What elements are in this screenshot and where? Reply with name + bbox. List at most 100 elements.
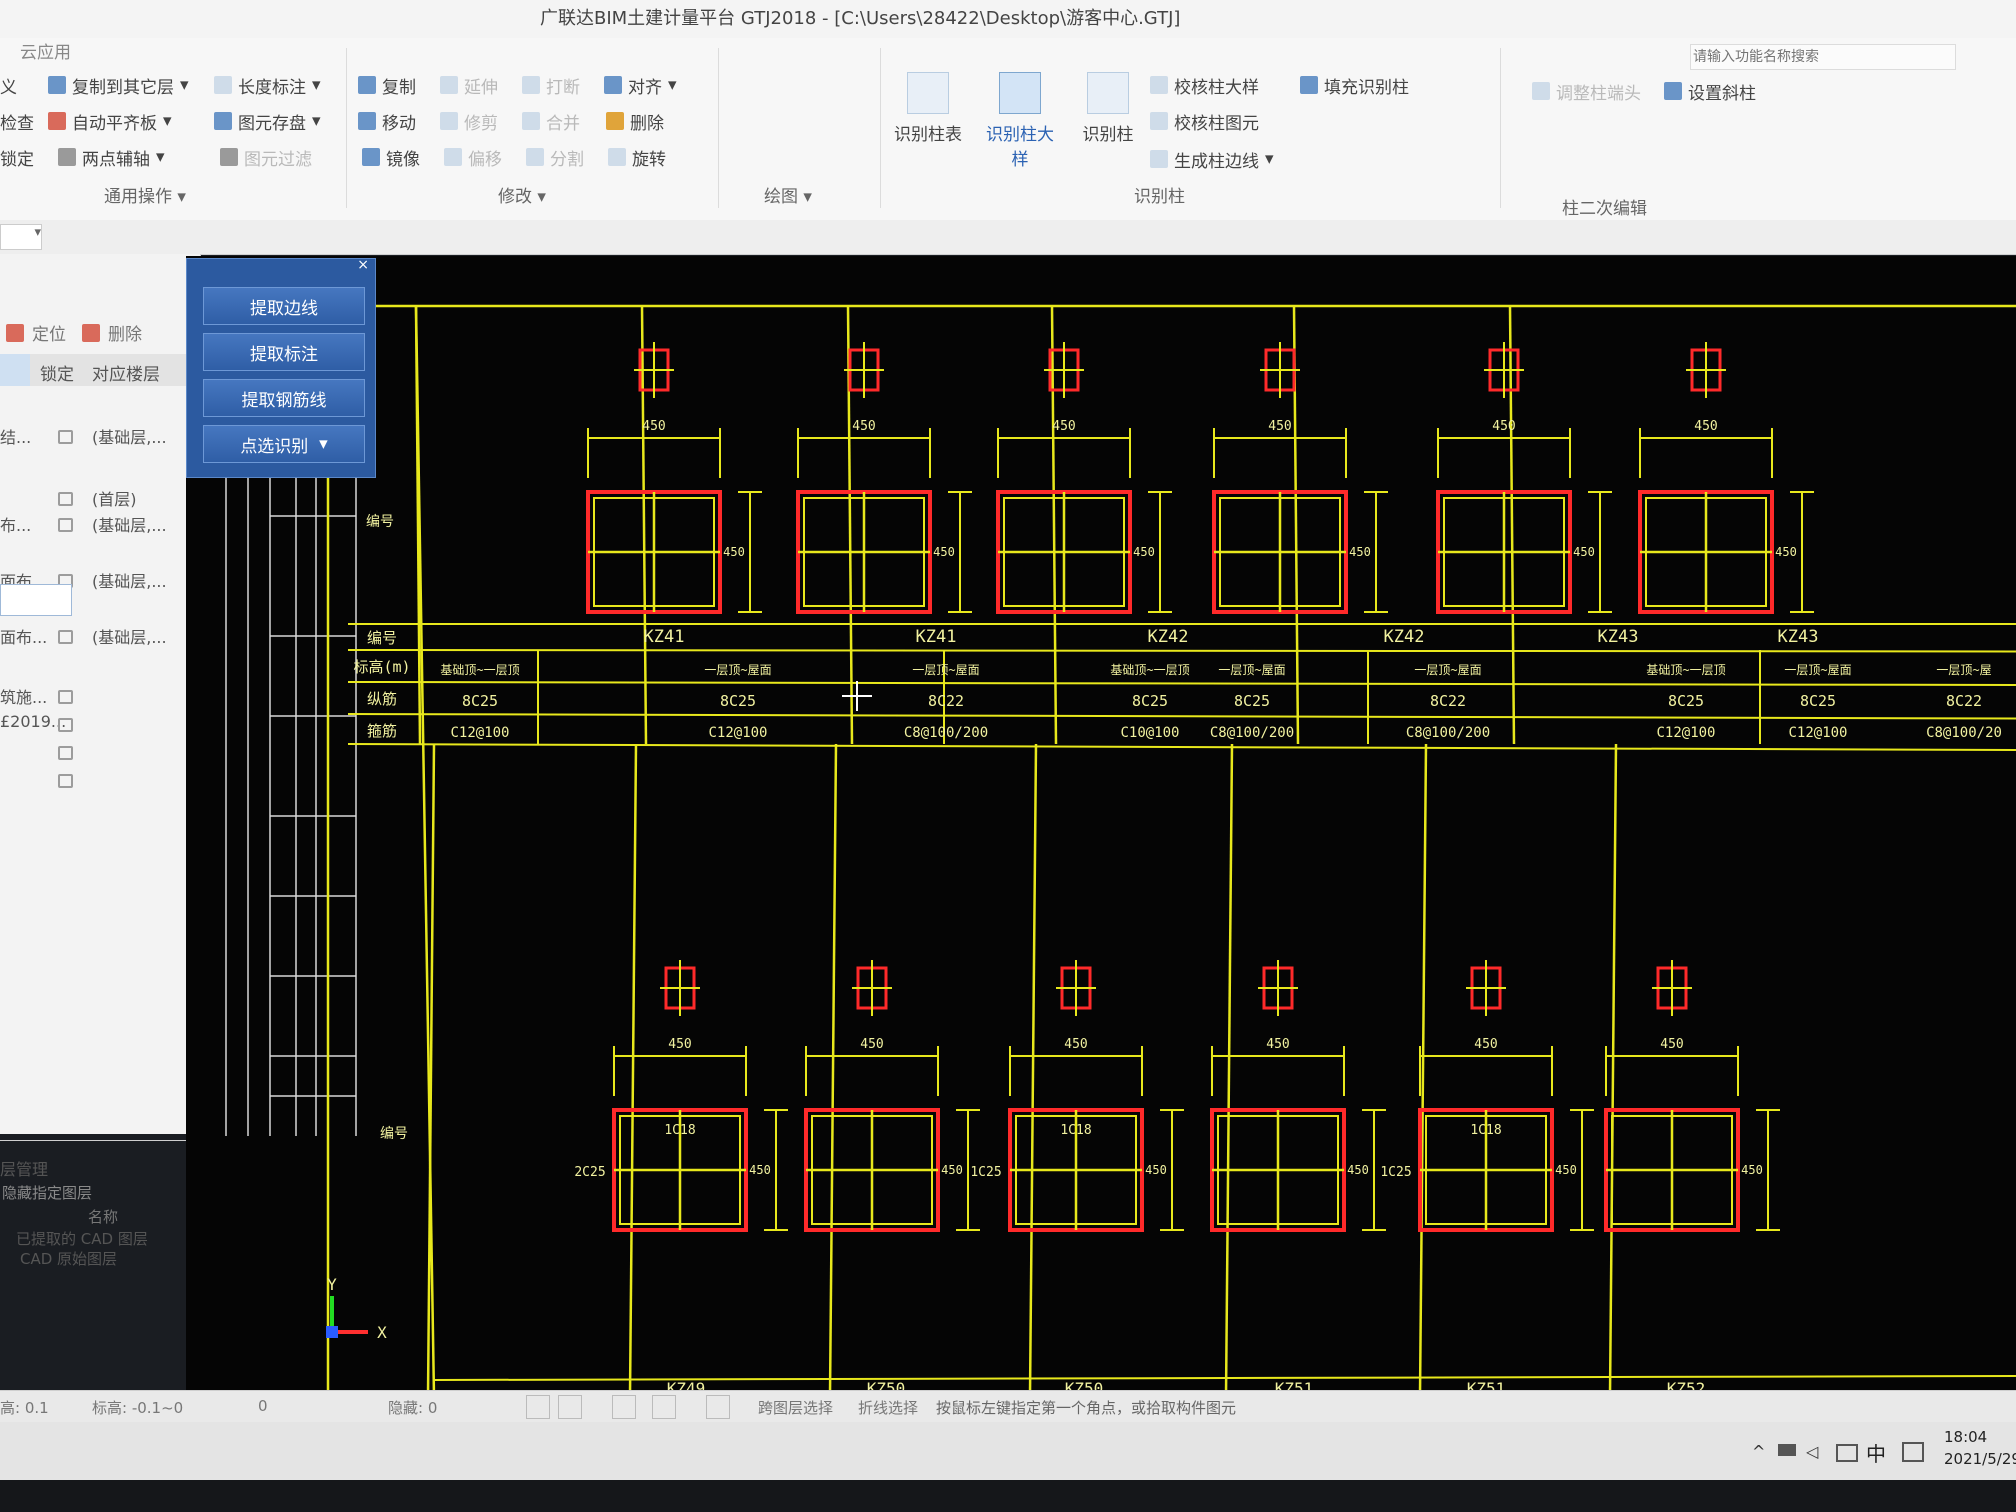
lock-icon[interactable] bbox=[58, 492, 73, 506]
battery-icon[interactable] bbox=[1778, 1444, 1796, 1456]
merge-icon bbox=[522, 112, 540, 130]
fill-icon bbox=[1300, 76, 1318, 94]
lock-icon[interactable] bbox=[58, 630, 73, 644]
dimension-label: 450 bbox=[1474, 1037, 1497, 1052]
delete-drawing-button[interactable]: 删除 bbox=[82, 320, 142, 345]
list-item[interactable]: 面布... (基础层,... bbox=[0, 622, 200, 650]
chevron-up-icon[interactable]: ^ bbox=[1752, 1442, 1765, 1461]
function-search-input[interactable] bbox=[1690, 44, 1956, 70]
section-label: 编号 bbox=[366, 514, 394, 530]
left-edge-item-2[interactable]: 检查 bbox=[0, 108, 34, 134]
identify-col-button[interactable]: 识别柱 bbox=[1068, 72, 1148, 145]
list-item[interactable]: 布... (基础层,... bbox=[0, 510, 200, 538]
keyboard-icon[interactable] bbox=[1902, 1442, 1924, 1462]
lock-icon[interactable] bbox=[58, 774, 73, 788]
cross-layer-select-button[interactable]: 跨图层选择 bbox=[758, 1397, 833, 1418]
merge-button[interactable]: 合并 bbox=[522, 108, 580, 134]
extend-button[interactable]: 延伸 bbox=[440, 72, 498, 98]
offset-button[interactable]: 偏移 bbox=[444, 144, 502, 170]
ortho-icon[interactable] bbox=[612, 1395, 636, 1419]
copy-to-floor-button[interactable]: 复制到其它层 ▾ bbox=[48, 72, 189, 98]
break-button[interactable]: 打断 bbox=[522, 72, 580, 98]
check-col-element-button[interactable]: 校核柱图元 bbox=[1150, 108, 1259, 134]
split-button[interactable]: 分割 bbox=[526, 144, 584, 170]
table-icon bbox=[907, 72, 949, 114]
column-icon bbox=[1087, 72, 1129, 114]
left-edge-item-3[interactable]: 锁定 bbox=[0, 144, 34, 170]
gen-col-edge-button[interactable]: 生成柱边线 ▾ bbox=[1150, 146, 1274, 172]
vertical-rebar-label: 2C25 bbox=[574, 1165, 605, 1180]
drawing-list-header: 锁定 对应楼层 bbox=[0, 354, 200, 386]
selected-row[interactable] bbox=[0, 584, 72, 616]
check-col-detail-button[interactable]: 校核柱大样 bbox=[1150, 72, 1259, 98]
column-id: KZ42 bbox=[1384, 627, 1425, 647]
group-draw[interactable]: 绘图 ▾ bbox=[764, 182, 812, 207]
volume-icon[interactable]: ◁ bbox=[1806, 1442, 1818, 1461]
floor-dropdown[interactable]: ▾ bbox=[0, 224, 42, 250]
dimension-label: 450 bbox=[1266, 1037, 1289, 1052]
ucs-y-label: Y bbox=[327, 1275, 337, 1294]
lock-icon[interactable] bbox=[58, 746, 73, 760]
list-item[interactable]: (首层) bbox=[0, 484, 200, 512]
list-item[interactable] bbox=[0, 766, 200, 794]
ucs-x-label: X bbox=[377, 1323, 387, 1342]
identify-col-detail-button[interactable]: 识别柱大样 bbox=[980, 72, 1060, 170]
layer-original-cad[interactable]: CAD 原始图层 bbox=[20, 1248, 117, 1269]
locate-button[interactable]: 定位 bbox=[6, 320, 66, 345]
dimension-label: 450 bbox=[1145, 1163, 1167, 1177]
lock-icon[interactable] bbox=[58, 690, 73, 704]
group-identify-col: 识别柱 bbox=[1134, 187, 1185, 207]
align-button[interactable]: 对齐 ▾ bbox=[604, 72, 677, 98]
trim-button[interactable]: 修剪 bbox=[440, 108, 498, 134]
list-item[interactable]: 筑施... bbox=[0, 682, 200, 710]
list-item[interactable]: 结... (基础层,... bbox=[0, 422, 200, 450]
hide-layer-button[interactable]: 隐藏指定图层 bbox=[2, 1182, 92, 1203]
group-modify[interactable]: 修改 ▾ bbox=[498, 182, 546, 207]
drawing-floor: (基础层,... bbox=[92, 628, 167, 647]
stirrup-cell: C12@100 bbox=[450, 725, 509, 741]
rotate-button[interactable]: 旋转 bbox=[608, 144, 666, 170]
fill-identify-col-button[interactable]: 填充识别柱 bbox=[1300, 72, 1409, 98]
plus-icon[interactable] bbox=[706, 1395, 730, 1419]
length-dim-button[interactable]: 长度标注 ▾ bbox=[214, 72, 321, 98]
mirror-button[interactable]: 镜像 bbox=[362, 144, 420, 170]
close-icon[interactable]: × bbox=[357, 257, 369, 273]
snap-icon[interactable] bbox=[526, 1395, 550, 1419]
identify-col-table-button[interactable]: 识别柱表 bbox=[888, 72, 968, 145]
slope-icon bbox=[1664, 82, 1682, 100]
lock-icon[interactable] bbox=[58, 518, 73, 532]
lock-icon[interactable] bbox=[58, 430, 73, 444]
move-button[interactable]: 移动 bbox=[358, 108, 416, 134]
element-filter-button[interactable]: 图元过滤 bbox=[220, 144, 312, 170]
vertical-rebar-label: 1C25 bbox=[1380, 1165, 1411, 1180]
two-point-axis-button[interactable]: 两点辅轴 ▾ bbox=[58, 144, 165, 170]
list-item[interactable]: £2019... bbox=[0, 710, 200, 738]
col-floor: 对应楼层 bbox=[92, 365, 160, 385]
select-box-icon[interactable] bbox=[558, 1395, 582, 1419]
left-edge-item-1[interactable]: 义 bbox=[0, 72, 17, 98]
extract-rebar-button[interactable]: 提取钢筋线 bbox=[203, 379, 365, 417]
layer-extracted-cad[interactable]: 已提取的 CAD 图层 bbox=[16, 1228, 148, 1249]
list-item[interactable] bbox=[0, 738, 200, 766]
adjust-col-head-button[interactable]: 调整柱端头 bbox=[1532, 78, 1641, 104]
locate-icon bbox=[6, 323, 24, 342]
copy-button[interactable]: 复制 bbox=[358, 72, 416, 98]
polyline-select-button[interactable]: 折线选择 bbox=[858, 1397, 918, 1418]
auto-slab-button[interactable]: 自动平齐板 ▾ bbox=[48, 108, 172, 134]
extract-label-button[interactable]: 提取标注 bbox=[203, 333, 365, 371]
table-row-line bbox=[347, 649, 2016, 653]
set-slope-col-button[interactable]: 设置斜柱 bbox=[1664, 78, 1756, 104]
delete-button[interactable]: 删除 bbox=[606, 108, 664, 134]
tab-cloud-app[interactable]: 云应用 bbox=[20, 38, 71, 63]
element-save-button[interactable]: 图元存盘 ▾ bbox=[214, 108, 321, 134]
extract-edge-button[interactable]: 提取边线 bbox=[203, 287, 365, 325]
chevron-down-icon: ▾ bbox=[319, 434, 328, 454]
ime-indicator[interactable]: 中 bbox=[1866, 1438, 1886, 1467]
column-id: KZ41 bbox=[644, 627, 685, 647]
angle-icon[interactable] bbox=[652, 1395, 676, 1419]
group-general-ops[interactable]: 通用操作 ▾ bbox=[104, 182, 186, 207]
lock-icon[interactable] bbox=[58, 718, 73, 732]
point-identify-button[interactable]: 点选识别 ▾ bbox=[203, 425, 365, 463]
cad-canvas[interactable]: 编号 标高(m) 纵筋 箍筋 编号 编号 450 450 450 450 450 450 450 450 4… bbox=[186, 256, 2016, 1398]
display-icon[interactable] bbox=[1836, 1444, 1858, 1462]
